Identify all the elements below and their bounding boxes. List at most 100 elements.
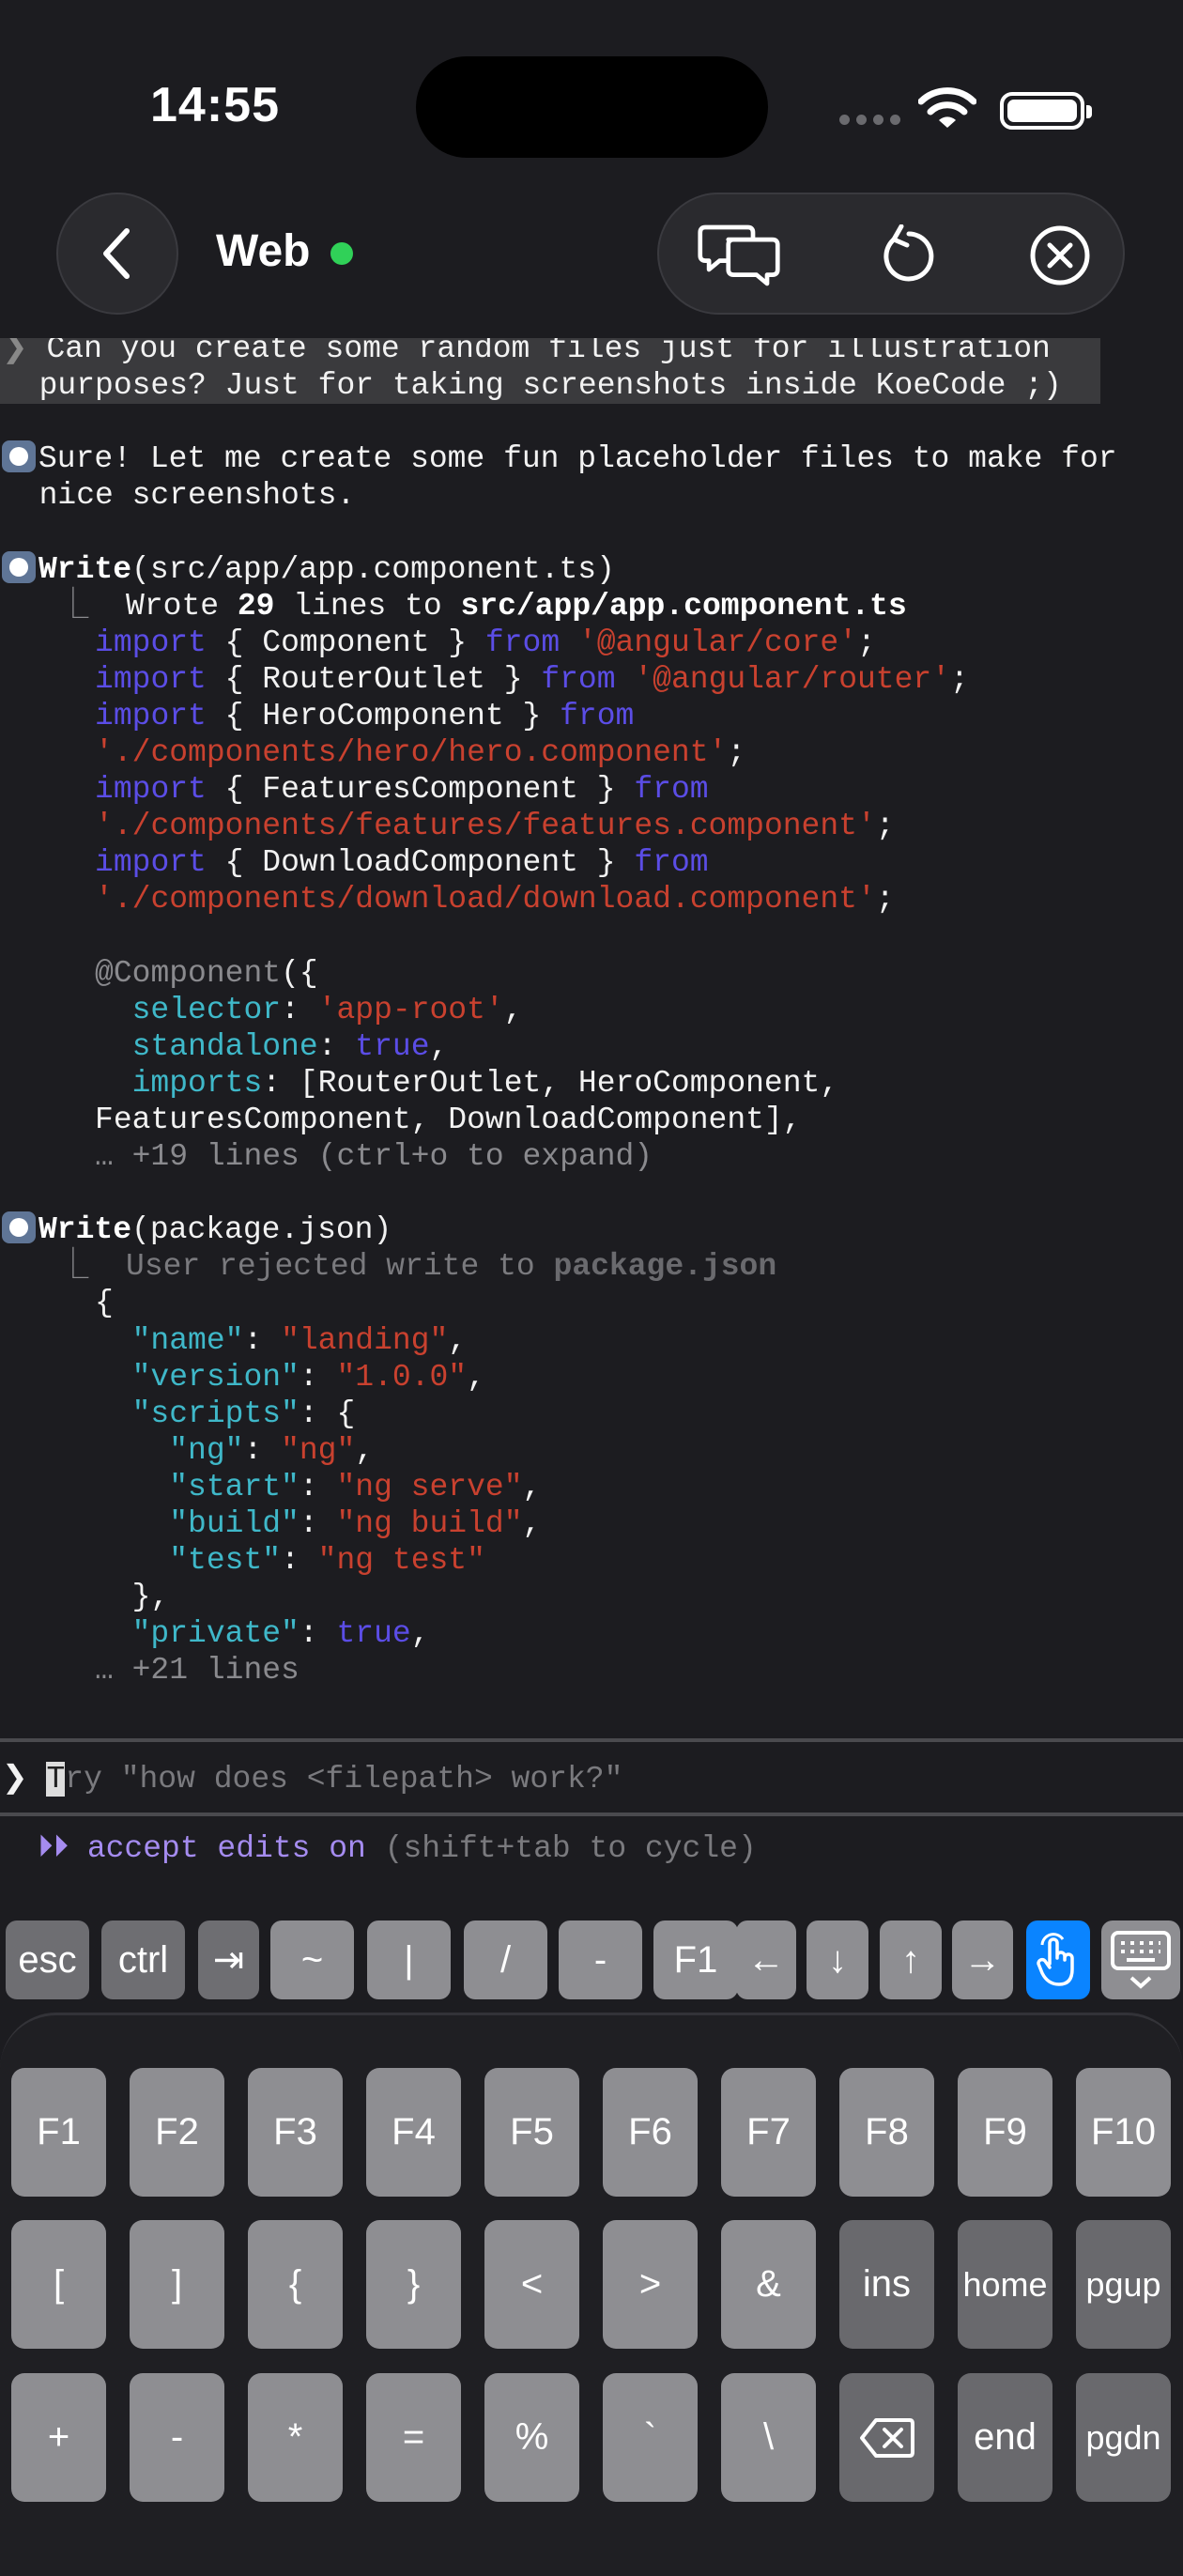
online-indicator	[330, 242, 353, 265]
key-*[interactable]: *	[248, 2373, 343, 2502]
terminal-text: import	[95, 625, 207, 660]
terminal-text: './components/hero/hero.component'	[95, 735, 728, 771]
terminal-text: :	[299, 1616, 337, 1652]
terminal-text: ;	[875, 809, 895, 844]
accessory-key[interactable]: -	[559, 1920, 642, 1999]
terminal-text: import	[95, 845, 207, 881]
accessory-key[interactable]: ←	[736, 1920, 796, 1999]
key-F9[interactable]: F9	[958, 2068, 1052, 2197]
key-F2[interactable]: F2	[130, 2068, 224, 2197]
key-F6[interactable]: F6	[603, 2068, 698, 2197]
terminal-text: import	[95, 772, 207, 808]
accessory-key[interactable]: ⇥	[198, 1920, 259, 1999]
terminal-line: {	[0, 1285, 1183, 1321]
hide-keyboard-button[interactable]	[1101, 1920, 1180, 1999]
action-pill	[657, 193, 1125, 315]
key-F7[interactable]: F7	[721, 2068, 816, 2197]
refresh-button[interactable]	[864, 213, 948, 298]
key-<[interactable]: <	[484, 2220, 579, 2349]
terminal-text: 'app-root'	[317, 992, 504, 1027]
terminal-text: ,	[355, 1432, 375, 1468]
terminal-text: "scripts"	[131, 1396, 300, 1431]
terminal-text: :	[299, 1359, 337, 1395]
terminal-line: ⎿ User rejected write to package.json	[0, 1248, 1183, 1285]
accessory-key[interactable]: F1	[653, 1920, 738, 1999]
key-F3[interactable]: F3	[248, 2068, 343, 2197]
touch-mode-button[interactable]	[1026, 1920, 1090, 1999]
key-}[interactable]: }	[366, 2220, 461, 2349]
accessory-key[interactable]: ctrl	[101, 1920, 185, 1999]
terminal-text: @Component	[95, 955, 282, 991]
status-bullet-icon	[2, 550, 36, 583]
accessory-key[interactable]: ↑	[880, 1920, 942, 1999]
terminal-line: import { FeaturesComponent } from	[0, 771, 1183, 808]
terminal-text: '@angular/router'	[634, 661, 951, 697]
status-bullet-icon	[2, 440, 36, 473]
key->[interactable]: >	[603, 2220, 698, 2349]
key-pgdn[interactable]: pgdn	[1076, 2373, 1171, 2502]
key-][interactable]: ]	[130, 2220, 224, 2349]
key-home[interactable]: home	[958, 2220, 1052, 2349]
accessory-key[interactable]: esc	[6, 1920, 89, 1999]
key-&[interactable]: &	[721, 2220, 816, 2349]
accessory-key[interactable]: ~	[270, 1920, 354, 1999]
key-F8[interactable]: F8	[839, 2068, 934, 2197]
terminal-text: "private"	[131, 1616, 300, 1652]
terminal-text: :	[299, 1506, 337, 1541]
key-end[interactable]: end	[958, 2373, 1052, 2502]
terminal-text: : [RouterOutlet, HeroComponent,	[262, 1065, 839, 1101]
terminal-line: Write(package.json)	[0, 1211, 1183, 1248]
key-{[interactable]: {	[248, 2220, 343, 2349]
accessory-key[interactable]: ↓	[807, 1920, 868, 1999]
terminal-line: import { Component } from '@angular/core…	[0, 625, 1183, 661]
key-%[interactable]: %	[484, 2373, 579, 2502]
terminal-text: "ng"	[169, 1432, 244, 1468]
battery-icon	[1000, 92, 1092, 130]
terminal-text: "start"	[169, 1469, 300, 1504]
close-button[interactable]	[1018, 213, 1102, 298]
terminal-text: { FeaturesComponent }	[206, 772, 635, 808]
touch-icon	[1037, 1933, 1074, 1986]
key-F10[interactable]: F10	[1076, 2068, 1171, 2197]
key-+[interactable]: +	[11, 2373, 106, 2502]
terminal-text: purposes? Just for taking screenshots in…	[2, 368, 1062, 404]
key-=[interactable]: =	[366, 2373, 461, 2502]
key-\[interactable]: \	[721, 2373, 816, 2502]
key--[interactable]: -	[130, 2373, 224, 2502]
terminal-text: true	[336, 1616, 411, 1652]
accessory-key[interactable]: |	[367, 1920, 451, 1999]
prompt-input[interactable]: ❯ Try "how does <filepath> work?"	[2, 1758, 622, 1797]
key-pgup[interactable]: pgup	[1076, 2220, 1171, 2349]
key-ins[interactable]: ins	[839, 2220, 934, 2349]
key-`[interactable]: `	[603, 2373, 698, 2502]
terminal-text: "1.0.0"	[336, 1359, 468, 1395]
terminal-text: { RouterOutlet }	[206, 661, 542, 697]
accessory-key[interactable]: /	[464, 1920, 547, 1999]
terminal-line: selector: 'app-root',	[0, 992, 1183, 1028]
terminal-output[interactable]: ❯ Can you create some random files just …	[0, 338, 1183, 1728]
key-[[interactable]: [	[11, 2220, 106, 2349]
terminal-text: import	[95, 698, 207, 733]
key-F4[interactable]: F4	[366, 2068, 461, 2197]
back-button[interactable]	[56, 193, 178, 315]
chat-icon	[698, 224, 780, 286]
terminal-text: ,	[410, 1616, 430, 1652]
terminal-text: from	[634, 772, 709, 808]
terminal-text: './components/download/download.componen…	[95, 882, 876, 918]
terminal-text: ;	[857, 625, 876, 660]
terminal-line: import { HeroComponent } from	[0, 698, 1183, 734]
backspace-key[interactable]	[839, 2373, 934, 2502]
key-F5[interactable]: F5	[484, 2068, 579, 2197]
terminal-text: ❯	[2, 338, 47, 366]
terminal-text: Write	[38, 551, 132, 587]
terminal-text: : {	[299, 1396, 356, 1431]
terminal-line: },	[0, 1579, 1183, 1615]
key-F1[interactable]: F1	[11, 2068, 106, 2197]
chat-button[interactable]	[697, 213, 781, 298]
accessory-key[interactable]: →	[952, 1920, 1013, 1999]
terminal-line: nice screenshots.	[0, 477, 1183, 514]
